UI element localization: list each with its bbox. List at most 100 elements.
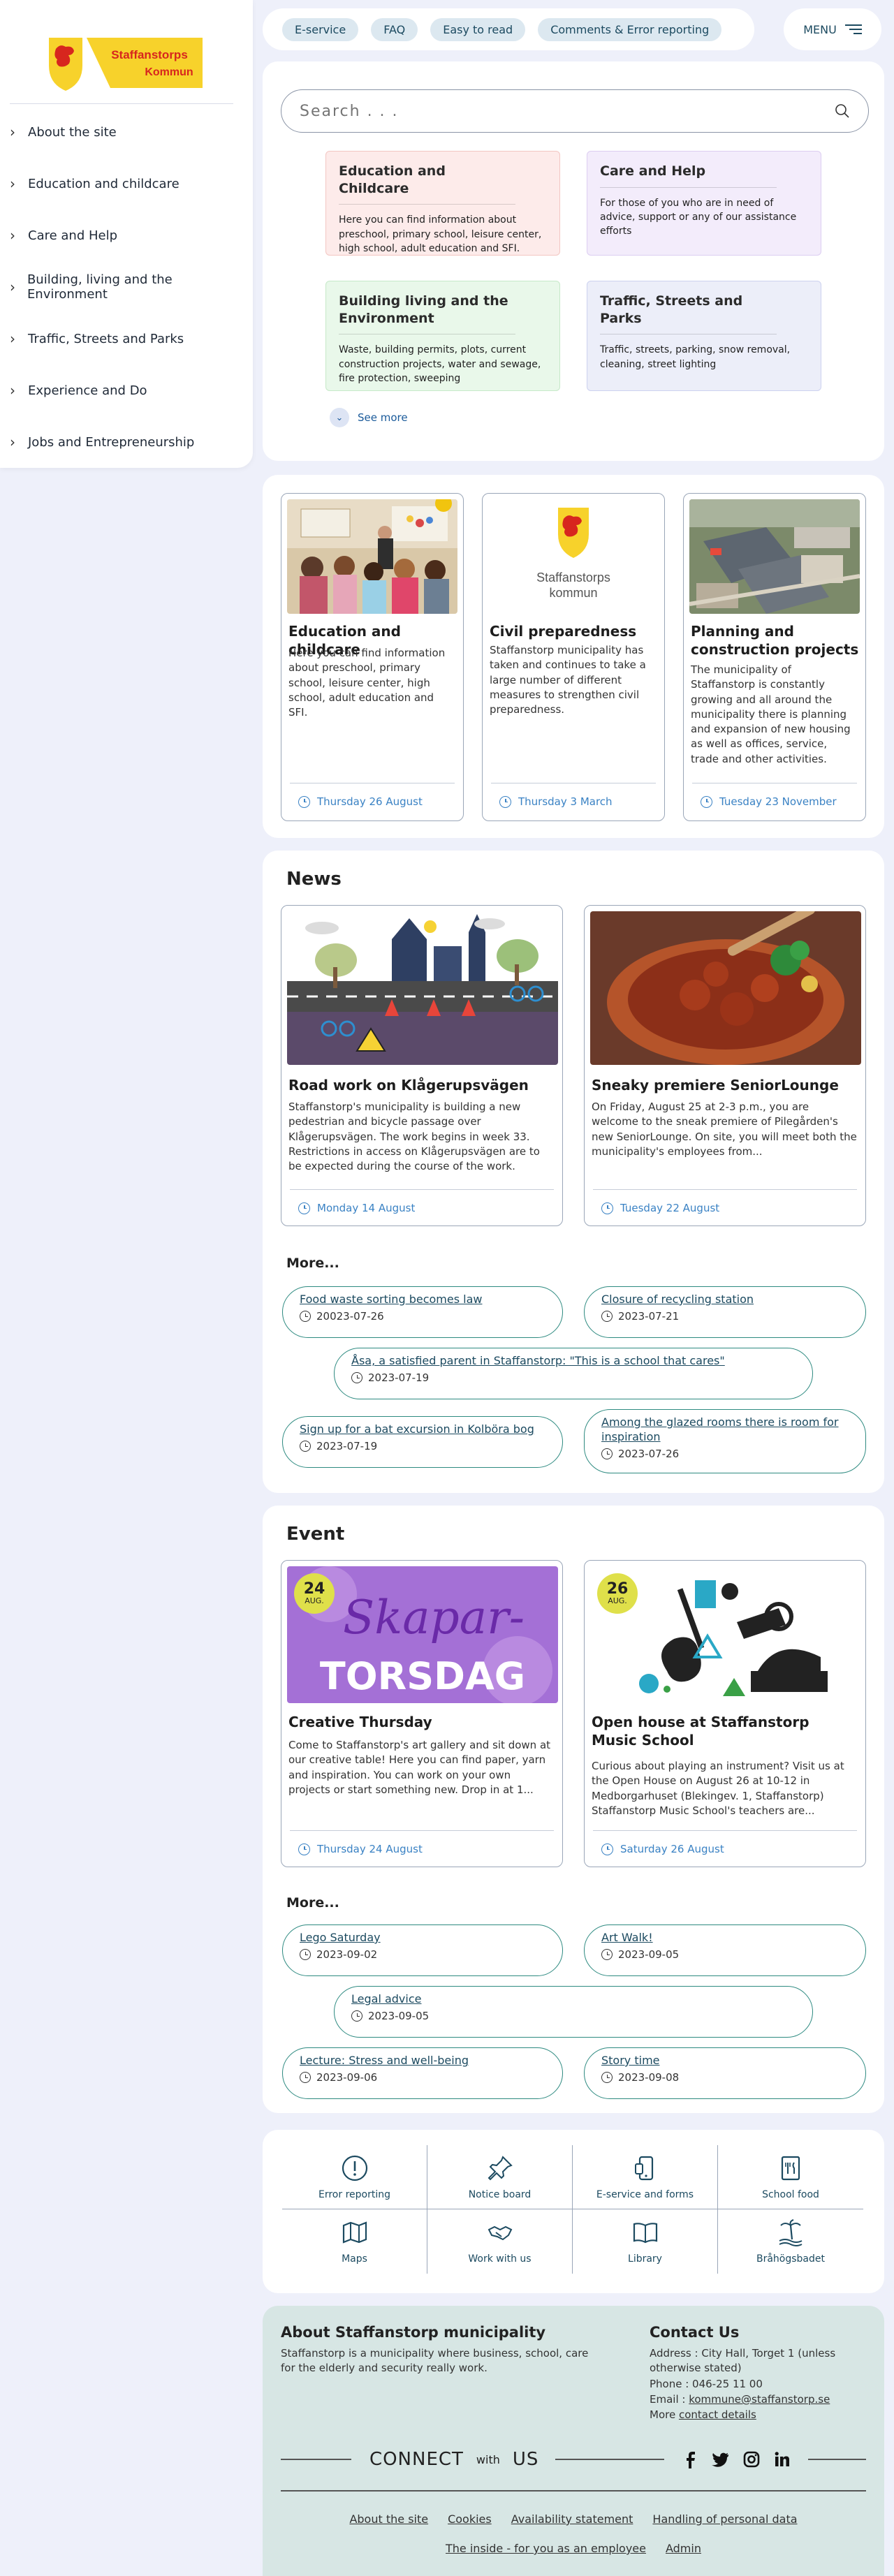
- alert-icon: [342, 2155, 367, 2181]
- footer-link-availability[interactable]: Availability statement: [511, 2512, 633, 2526]
- feature-panel: Education and childcare Here you can fin…: [263, 475, 884, 838]
- news-link-title: Sign up for a bat excursion in Kolböra b…: [300, 1422, 534, 1436]
- quicklink-work-with-us[interactable]: Work with us: [427, 2209, 573, 2274]
- nav-easy-to-read[interactable]: Easy to read: [430, 17, 526, 41]
- menu-button[interactable]: MENU: [784, 8, 881, 50]
- category-card-traffic[interactable]: Traffic, Streets and Parks Traffic, stre…: [587, 281, 821, 391]
- crest-logo: Staffanstorps Kommun: [49, 38, 203, 91]
- footer-link-inside-employee[interactable]: The inside - for you as an employee: [446, 2542, 646, 2555]
- feature-card-education[interactable]: Education and childcare Here you can fin…: [281, 493, 464, 821]
- date-text: 2023-09-08: [618, 2070, 680, 2084]
- event-link-story-time[interactable]: Story time 2023-09-08: [584, 2047, 866, 2099]
- pushpin-icon: [488, 2155, 513, 2180]
- search-input[interactable]: [300, 102, 835, 120]
- footer-contact-details-link[interactable]: contact details: [679, 2408, 756, 2421]
- news-title: News: [286, 869, 342, 890]
- linkedin-icon[interactable]: [773, 2450, 791, 2468]
- category-card-care[interactable]: Care and Help For those of you who are i…: [587, 151, 821, 256]
- sidebar-item-jobs[interactable]: › Jobs and Entrepreneurship: [10, 416, 247, 468]
- menu-label: MENU: [803, 22, 837, 36]
- footer-email-link[interactable]: kommune@staffanstorp.se: [689, 2393, 830, 2406]
- quicklink-eservice-forms[interactable]: E-service and forms: [573, 2145, 718, 2209]
- search-panel: Education and Childcare Here you can fin…: [263, 61, 884, 461]
- nav-comments-error-reporting[interactable]: Comments & Error reporting: [538, 17, 722, 41]
- date-text: 2023-07-21: [618, 1309, 680, 1323]
- event-link-lecture-stress[interactable]: Lecture: Stress and well-being 2023-09-0…: [282, 2047, 563, 2099]
- clock-icon: [701, 795, 712, 808]
- nav-eservice[interactable]: E-service: [282, 17, 359, 41]
- instagram-icon[interactable]: [742, 2450, 761, 2468]
- date-text: 2023-07-19: [316, 1439, 378, 1452]
- quicklink-error-reporting[interactable]: Error reporting: [282, 2145, 427, 2209]
- sidebar-item-about[interactable]: › About the site: [10, 106, 247, 158]
- quicklink-school-food[interactable]: School food: [718, 2145, 863, 2209]
- book-icon: [633, 2223, 657, 2244]
- quicklink-notice-board[interactable]: Notice board: [427, 2145, 573, 2209]
- footer-link-admin[interactable]: Admin: [666, 2542, 701, 2555]
- road-work-illustration: [287, 911, 558, 1065]
- sidebar-item-care[interactable]: › Care and Help: [10, 209, 247, 261]
- sidebar-item-label: About the site: [28, 124, 117, 140]
- news-link-satisfied-parent[interactable]: Åsa, a satisfied parent in Staffanstorp:…: [334, 1348, 813, 1399]
- aerial-construction-image: [689, 499, 860, 614]
- sidebar-item-traffic[interactable]: › Traffic, Streets and Parks: [10, 313, 247, 365]
- sidebar-item-education[interactable]: › Education and childcare: [10, 158, 247, 209]
- footer-link-cookies[interactable]: Cookies: [448, 2512, 492, 2526]
- event-link-lego-saturday[interactable]: Lego Saturday 2023-09-02: [282, 1924, 563, 1976]
- search-box[interactable]: [281, 89, 869, 133]
- menu-book-icon: [781, 2156, 800, 2180]
- category-text: Traffic, streets, parking, snow removal,…: [600, 344, 791, 370]
- chevron-right-icon: ›: [10, 434, 15, 450]
- hamburger-icon: [844, 24, 862, 34]
- nav-faq[interactable]: FAQ: [371, 17, 418, 41]
- quicklinks-panel: Error reporting Notice board E-service a…: [263, 2130, 884, 2293]
- category-card-education[interactable]: Education and Childcare Here you can fin…: [325, 151, 560, 256]
- site-logo[interactable]: Staffanstorps Kommun: [43, 35, 205, 94]
- event-link-title: Legal advice: [351, 1992, 422, 2005]
- divider-line: [555, 2459, 665, 2460]
- footer-link-personal-data[interactable]: Handling of personal data: [652, 2512, 797, 2526]
- news-link-bat-excursion[interactable]: Sign up for a bat excursion in Kolböra b…: [282, 1416, 563, 1468]
- clock-icon: [300, 2071, 311, 2083]
- quicklink-brahogsbadet[interactable]: Bråhögsbadet: [718, 2209, 863, 2274]
- news-link-glazed-rooms[interactable]: Among the glazed rooms there is room for…: [584, 1409, 866, 1473]
- sidebar-item-experience[interactable]: › Experience and Do: [10, 365, 247, 416]
- date-text: Tuesday 22 August: [620, 1202, 720, 1214]
- quicklink-library[interactable]: Library: [573, 2209, 718, 2274]
- clock-icon: [601, 1448, 613, 1459]
- logo-text-line2: Kommun: [145, 66, 193, 78]
- clock-icon: [300, 1440, 311, 1452]
- event-link-legal-advice[interactable]: Legal advice 2023-09-05: [334, 1986, 813, 2038]
- date-text: Thursday 26 August: [317, 795, 423, 808]
- footer-link-about-site[interactable]: About the site: [349, 2512, 428, 2526]
- clock-icon: [601, 1843, 613, 1855]
- news-card-road-work[interactable]: Road work on Klågerupsvägen Staffanstorp…: [281, 905, 563, 1226]
- event-link-art-walk[interactable]: Art Walk! 2023-09-05: [584, 1924, 866, 1976]
- feature-card-civil-preparedness[interactable]: Staffanstorps kommun Civil preparedness …: [482, 493, 665, 821]
- news-link-date: 2023-07-19: [351, 1371, 796, 1384]
- event-card-creative-thursday[interactable]: Skapar- TORSDAG 24 AUG. Creative Thursday…: [281, 1560, 563, 1867]
- news-card-date: Monday 14 August: [298, 1202, 415, 1214]
- banner-line1: Skapar-: [343, 1591, 525, 1644]
- news-link-food-waste[interactable]: Food waste sorting becomes law 20023-07-…: [282, 1286, 563, 1338]
- chevron-right-icon: ›: [10, 227, 15, 244]
- footer-divider: [281, 2490, 866, 2492]
- quicklink-maps[interactable]: Maps: [282, 2209, 427, 2274]
- feature-card-planning[interactable]: Planning and construction projects The m…: [683, 493, 866, 821]
- news-link-recycling[interactable]: Closure of recycling station 2023-07-21: [584, 1286, 866, 1338]
- sidebar-item-building[interactable]: › Building, living and the Environment: [10, 261, 247, 313]
- badge-day: 24: [303, 1580, 325, 1598]
- news-card-seniorlounge[interactable]: Sneaky premiere SeniorLounge On Friday, …: [584, 905, 866, 1226]
- event-link-date: 2023-09-08: [601, 2071, 849, 2084]
- facebook-icon[interactable]: [681, 2450, 699, 2468]
- feature-date: Thursday 3 March: [499, 795, 613, 808]
- see-more-button[interactable]: ⌄ See more: [330, 408, 408, 427]
- chevron-right-icon: ›: [10, 175, 15, 192]
- news-link-date: 2023-07-19: [300, 1440, 545, 1452]
- twitter-icon[interactable]: [712, 2450, 730, 2468]
- event-card-music-school[interactable]: 26 AUG. Open house at Staffanstorp Music …: [584, 1560, 866, 1867]
- search-icon[interactable]: [835, 103, 850, 119]
- category-card-building[interactable]: Building living and the Environment Wast…: [325, 281, 560, 391]
- chevron-right-icon: ›: [10, 124, 15, 140]
- see-more-label: See more: [358, 411, 408, 424]
